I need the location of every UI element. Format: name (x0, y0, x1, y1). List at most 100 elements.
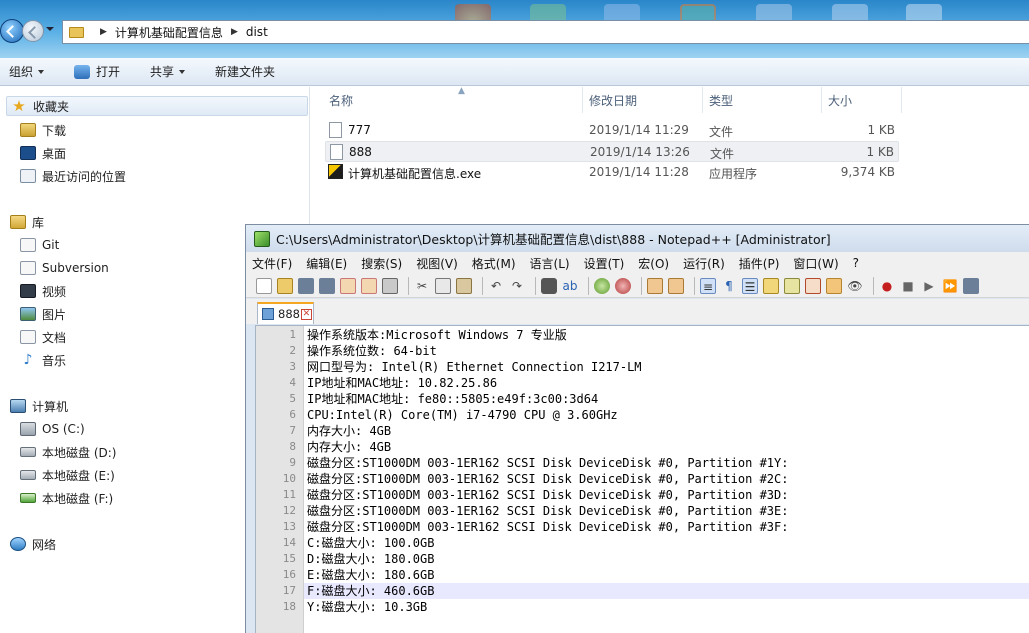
nav-item-downloads[interactable]: 下载 (20, 120, 66, 140)
recent-pages-dropdown-icon[interactable] (46, 27, 54, 31)
nav-item-desktop[interactable]: 桌面 (20, 143, 66, 163)
new-folder-button[interactable]: 新建文件夹 (206, 61, 284, 83)
redo-icon[interactable]: ↷ (509, 278, 525, 294)
organize-button[interactable]: 组织 (0, 61, 53, 83)
breadcrumb-chevron-icon[interactable]: ▶ (100, 27, 107, 37)
zoom-in-icon[interactable] (594, 277, 610, 294)
share-button[interactable]: 共享 (141, 61, 194, 83)
copy-icon[interactable] (435, 277, 451, 294)
replace-icon[interactable]: ab (562, 278, 578, 294)
nav-item-drive-f[interactable]: 本地磁盘 (F:) (20, 488, 113, 508)
code-line[interactable]: D:磁盘大小: 180.0GB (304, 551, 1029, 567)
code-line[interactable]: 内存大小: 4GB (304, 423, 1029, 439)
code-line[interactable]: 操作系统版本:Microsoft Windows 7 专业版 (304, 327, 1029, 343)
breadcrumb-item[interactable]: 计算机基础配置信息 (115, 24, 223, 41)
save-all-icon[interactable] (319, 277, 335, 294)
nav-item-git[interactable]: Git (20, 235, 59, 255)
nav-item-drive-d[interactable]: 本地磁盘 (D:) (20, 442, 116, 462)
code-line[interactable]: 磁盘分区:ST1000DM 003-1ER162 SCSI Disk Devic… (304, 519, 1029, 535)
sync-vertical-icon[interactable] (647, 277, 663, 294)
record-macro-icon[interactable]: ● (879, 278, 895, 294)
code-line[interactable]: 磁盘分区:ST1000DM 003-1ER162 SCSI Disk Devic… (304, 503, 1029, 519)
menu-edit[interactable]: 编辑(E) (306, 255, 347, 272)
nav-item-favorites[interactable]: ★ 收藏夹 (6, 96, 308, 116)
menu-format[interactable]: 格式(M) (472, 255, 516, 272)
breadcrumb-item[interactable]: dist (246, 25, 268, 39)
menu-language[interactable]: 语言(L) (530, 255, 570, 272)
run-macro-multiple-icon[interactable]: ⏩ (942, 278, 958, 294)
code-line[interactable]: E:磁盘大小: 180.6GB (304, 567, 1029, 583)
nav-item-pictures[interactable]: 图片 (20, 304, 66, 324)
new-file-icon[interactable] (256, 277, 272, 294)
undo-icon[interactable]: ↶ (488, 278, 504, 294)
code-line[interactable]: 磁盘分区:ST1000DM 003-1ER162 SCSI Disk Devic… (304, 487, 1029, 503)
print-icon[interactable] (382, 277, 398, 294)
open-button[interactable]: 打开 (65, 61, 129, 83)
save-icon[interactable] (298, 277, 314, 294)
editor-area[interactable]: 1 2 3 4 5 6 7 8 9 10 11 12 13 14 15 16 1… (255, 325, 1029, 633)
nav-item-libraries[interactable]: 库 (10, 212, 44, 232)
menu-view[interactable]: 视图(V) (416, 255, 458, 272)
code-line[interactable]: 网口型号为: Intel(R) Ethernet Connection I217… (304, 359, 1029, 375)
code-line[interactable]: CPU:Intel(R) Core(TM) i7-4790 CPU @ 3.60… (304, 407, 1029, 423)
monitoring-icon[interactable]: 👁 (847, 278, 863, 294)
column-header-date[interactable]: 修改日期 (583, 87, 703, 113)
column-header-type[interactable]: 类型 (703, 87, 822, 113)
sync-horizontal-icon[interactable] (668, 277, 684, 294)
code-line[interactable]: 磁盘分区:ST1000DM 003-1ER162 SCSI Disk Devic… (304, 455, 1029, 471)
nav-item-computer[interactable]: 计算机 (10, 396, 68, 416)
nav-item-documents[interactable]: 文档 (20, 327, 66, 347)
play-macro-icon[interactable]: ▶ (921, 278, 937, 294)
menu-macro[interactable]: 宏(O) (638, 255, 669, 272)
forward-button[interactable] (22, 20, 44, 42)
word-wrap-icon[interactable]: ≡ (700, 277, 716, 294)
menu-window[interactable]: 窗口(W) (793, 255, 838, 272)
close-icon[interactable]: ✕ (300, 308, 312, 320)
find-icon[interactable] (541, 277, 557, 294)
code-line[interactable]: IP地址和MAC地址: 10.82.25.86 (304, 375, 1029, 391)
nav-item-drive-e[interactable]: 本地磁盘 (E:) (20, 465, 115, 485)
menu-help[interactable]: ? (853, 256, 859, 270)
stop-macro-icon[interactable]: ■ (900, 278, 916, 294)
close-all-icon[interactable] (361, 277, 377, 294)
paste-icon[interactable] (456, 277, 472, 294)
file-row[interactable]: 计算机基础配置信息.exe 2019/1/14 11:28 应用程序 9,374… (325, 162, 899, 183)
nav-item-music[interactable]: ♪ 音乐 (20, 350, 66, 370)
nav-item-network[interactable]: 网络 (10, 534, 56, 554)
nav-item-subversion[interactable]: Subversion (20, 258, 109, 278)
breadcrumb-chevron-icon[interactable]: ▶ (231, 27, 238, 37)
user-language-icon[interactable] (763, 277, 779, 294)
code-line[interactable]: IP地址和MAC地址: fe80::5805:e49f:3c00:3d64 (304, 391, 1029, 407)
folder-workspace-icon[interactable] (826, 277, 842, 294)
code-line-current[interactable]: F:磁盘大小: 460.6GB (304, 583, 1029, 599)
tab-888[interactable]: 888 ✕ (257, 302, 314, 324)
zoom-out-icon[interactable] (615, 277, 631, 294)
code-line[interactable]: 操作系统位数: 64-bit (304, 343, 1029, 359)
code-line[interactable]: 磁盘分区:ST1000DM 003-1ER162 SCSI Disk Devic… (304, 471, 1029, 487)
menu-search[interactable]: 搜索(S) (361, 255, 402, 272)
nav-item-videos[interactable]: 视频 (20, 281, 66, 301)
nav-item-recent[interactable]: 最近访问的位置 (20, 166, 126, 186)
close-file-icon[interactable] (340, 277, 356, 294)
nav-item-drive-c[interactable]: OS (C:) (20, 419, 85, 439)
menu-settings[interactable]: 设置(T) (584, 255, 625, 272)
cut-icon[interactable]: ✂ (414, 278, 430, 294)
column-header-size[interactable]: 大小 (822, 87, 902, 113)
file-row[interactable]: 777 2019/1/14 11:29 文件 1 KB (325, 120, 899, 141)
code-line[interactable]: 内存大小: 4GB (304, 439, 1029, 455)
function-list-icon[interactable] (805, 277, 821, 294)
document-map-icon[interactable] (784, 277, 800, 294)
notepad-titlebar[interactable]: C:\Users\Administrator\Desktop\计算机基础配置信息… (246, 225, 1029, 252)
back-button[interactable] (0, 19, 24, 43)
code-line[interactable]: Y:磁盘大小: 10.3GB (304, 599, 1029, 615)
address-bar[interactable]: ▶ 计算机基础配置信息 ▶ dist (62, 20, 1029, 44)
show-all-chars-icon[interactable]: ¶ (721, 278, 737, 294)
file-row[interactable]: 888 2019/1/14 13:26 文件 1 KB (325, 141, 899, 162)
save-macro-icon[interactable] (963, 277, 979, 294)
menu-plugins[interactable]: 插件(P) (739, 255, 780, 272)
indent-guide-icon[interactable]: ☰ (742, 277, 758, 294)
menu-run[interactable]: 运行(R) (683, 255, 725, 272)
code-line[interactable]: C:磁盘大小: 100.0GB (304, 535, 1029, 551)
column-header-name[interactable]: 名称 ▲ (323, 86, 583, 113)
open-file-icon[interactable] (277, 277, 293, 294)
